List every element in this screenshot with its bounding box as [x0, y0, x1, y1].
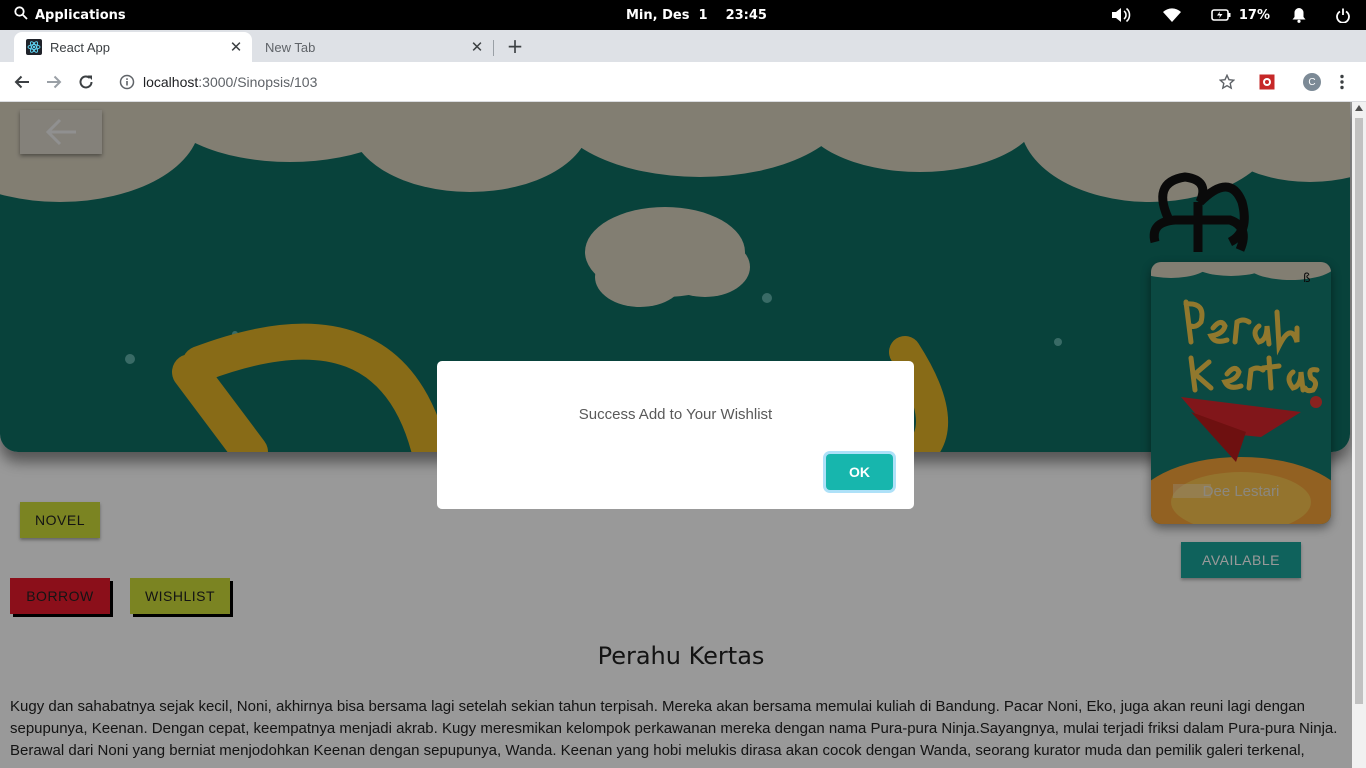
page-scrollbar[interactable] [1352, 102, 1366, 768]
notification-bell-icon[interactable] [1292, 7, 1306, 23]
success-dialog: Success Add to Your Wishlist OK [437, 361, 914, 509]
profile-avatar[interactable]: C [1298, 68, 1326, 96]
page-content: NOVEL BORROW WISHLIST ß Dee Lestari AVAI… [0, 102, 1352, 768]
applications-label: Applications [35, 7, 126, 23]
new-tab-button[interactable]: + [503, 34, 527, 58]
clock[interactable]: Min, Des 1 23:45 [626, 0, 767, 30]
menu-kebab-icon[interactable] [1328, 68, 1356, 96]
applications-menu[interactable]: Applications [14, 0, 126, 30]
profile-initial: C [1308, 76, 1316, 88]
tab-react-app[interactable]: React App ✕ [14, 32, 252, 62]
forward-arrow-icon[interactable] [40, 68, 68, 96]
extension-icon[interactable] [1253, 68, 1281, 96]
battery-icon[interactable] [1211, 9, 1231, 21]
tab-title: React App [50, 39, 110, 55]
wifi-icon[interactable] [1162, 8, 1181, 22]
url-host: localhost [143, 74, 199, 90]
search-icon [14, 6, 28, 24]
browser-toolbar: localhost:3000/Sinopsis/103 C [0, 62, 1366, 102]
ok-button[interactable]: OK [826, 454, 893, 490]
address-bar[interactable]: localhost:3000/Sinopsis/103 [110, 66, 1250, 98]
url-path: :3000/Sinopsis/103 [198, 74, 318, 90]
scroll-up-icon[interactable] [1355, 105, 1363, 111]
battery-percent: 17% [1238, 7, 1270, 23]
tab-new-tab[interactable]: New Tab ✕ [255, 32, 493, 62]
system-top-bar: Applications Min, Des 1 23:45 17% [0, 0, 1366, 30]
site-info-icon[interactable] [119, 74, 135, 90]
dialog-message: Success Add to Your Wishlist [578, 406, 773, 423]
power-icon[interactable] [1336, 8, 1350, 23]
back-arrow-icon[interactable] [8, 68, 36, 96]
tab-separator [493, 40, 494, 56]
scrollbar-thumb[interactable] [1355, 118, 1363, 704]
volume-icon[interactable] [1111, 7, 1131, 23]
tab-strip: React App ✕ New Tab ✕ [0, 30, 1366, 62]
bookmark-star-icon[interactable] [1213, 68, 1241, 96]
react-icon [26, 39, 42, 55]
reload-icon[interactable] [72, 68, 100, 96]
date-text: Min, Des 1 [626, 7, 708, 23]
system-tray: 17% [1111, 0, 1350, 30]
close-tab-icon[interactable]: ✕ [226, 37, 246, 57]
close-tab-icon[interactable]: ✕ [467, 37, 487, 57]
time-text: 23:45 [725, 7, 767, 23]
tab-title: New Tab [265, 39, 316, 55]
